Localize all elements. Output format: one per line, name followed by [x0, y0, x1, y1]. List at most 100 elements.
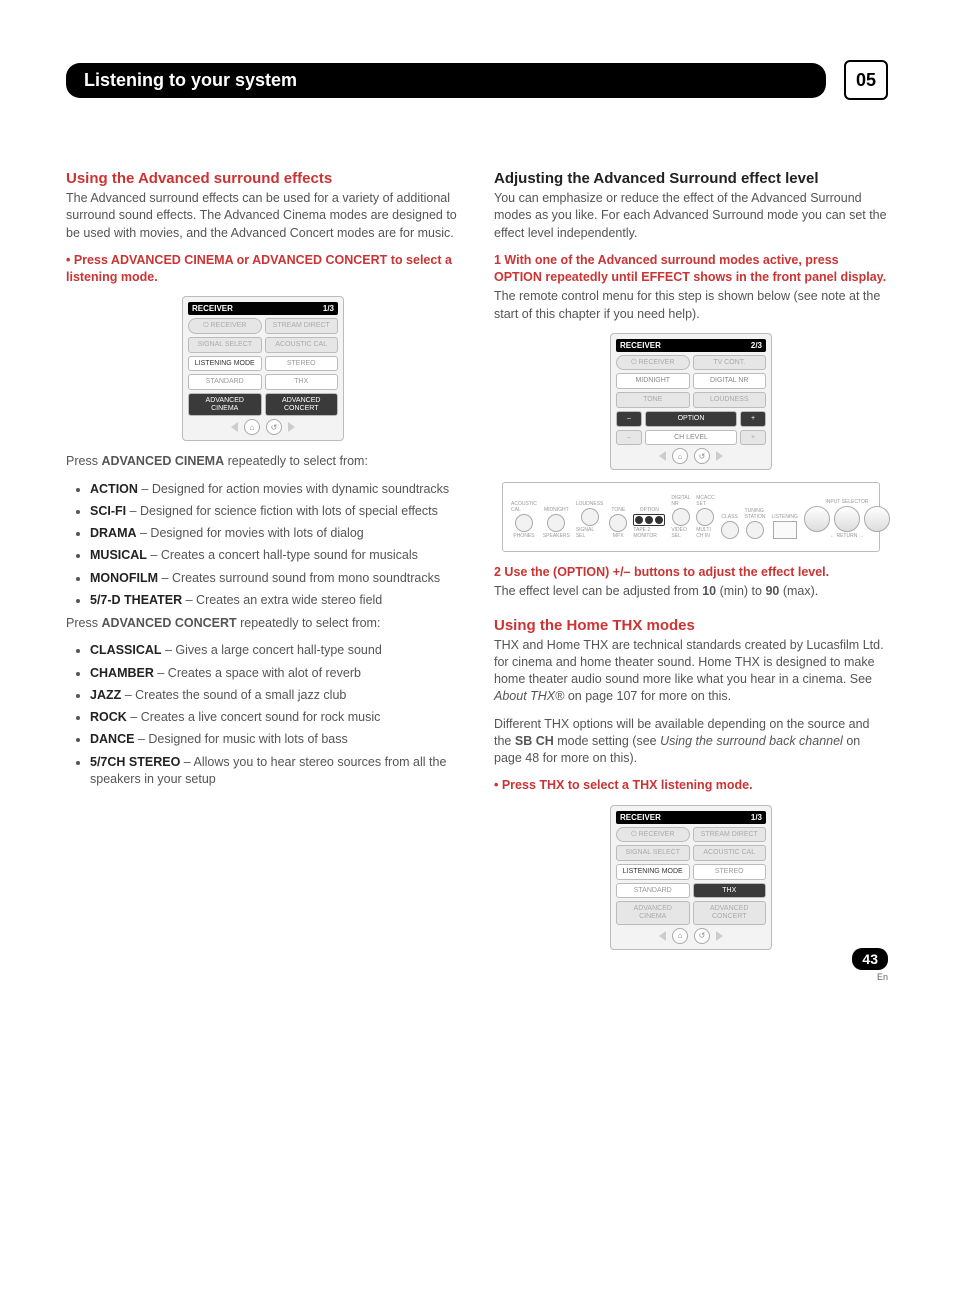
panel-mcacc-btn[interactable] [696, 508, 714, 526]
remote2-prev-icon[interactable] [659, 451, 666, 461]
remote1-signal-select-btn[interactable]: SIGNAL SELECT [188, 337, 262, 353]
remote2-chlevel-btn[interactable]: CH LEVEL [645, 430, 737, 446]
remote2-page: 2/3 [751, 341, 762, 350]
remote3-home-icon[interactable]: ⌂ [672, 928, 688, 944]
remote3-return-icon[interactable]: ↺ [694, 928, 710, 944]
remote2-title: RECEIVER [620, 341, 661, 350]
heading-advanced-surround: Using the Advanced surround effects [66, 170, 460, 187]
remote1-stream-direct-btn[interactable]: STREAM DIRECT [265, 318, 339, 334]
list-item: ACTION – Designed for action movies with… [90, 481, 460, 498]
list-item: 5/7-D THEATER – Creates an extra wide st… [90, 592, 460, 609]
remote1-receiver-btn[interactable]: ⏻ RECEIVER [188, 318, 262, 334]
remote3-stereo-btn[interactable]: STEREO [693, 864, 767, 880]
remote2-option-plus-btn[interactable]: + [740, 411, 766, 427]
panel-acoustic-cal-btn[interactable] [515, 514, 533, 532]
list-concert-modes: CLASSICAL – Gives a large concert hall-t… [78, 642, 460, 788]
list-item: DRAMA – Designed for movies with lots of… [90, 525, 460, 542]
remote3-listening-mode-btn[interactable]: LISTENING MODE [616, 864, 690, 880]
para-remote-menu-note: The remote control menu for this step is… [494, 288, 888, 323]
remote3-thx-btn[interactable]: THX [693, 883, 767, 899]
remote2-return-icon[interactable]: ↺ [694, 448, 710, 464]
remote3-title: RECEIVER [620, 813, 661, 822]
remote3-advanced-concert-btn[interactable]: ADVANCED CONCERT [693, 901, 767, 924]
remote3-standard-btn[interactable]: STANDARD [616, 883, 690, 899]
step-adjust-effect-level: 2 Use the (OPTION) +/– buttons to adjust… [494, 564, 888, 581]
remote1-next-icon[interactable] [288, 422, 295, 432]
para-thx-1: THX and Home THX are technical standards… [494, 637, 888, 706]
heading-adjust-effect: Adjusting the Advanced Surround effect l… [494, 170, 888, 187]
remote1-home-icon[interactable]: ⌂ [244, 419, 260, 435]
list-item: SCI-FI – Designed for science fiction wi… [90, 503, 460, 520]
figure-remote-1: RECEIVER 1/3 ⏻ RECEIVER STREAM DIRECT SI… [66, 296, 460, 441]
remote2-midnight-btn[interactable]: MIDNIGHT [616, 373, 690, 389]
panel-display [773, 521, 797, 539]
heading-home-thx: Using the Home THX modes [494, 617, 888, 634]
list-item: ROCK – Creates a live concert sound for … [90, 709, 460, 726]
remote3-signal-select-btn[interactable]: SIGNAL SELECT [616, 845, 690, 861]
remote1-page: 1/3 [323, 304, 334, 313]
remote3-next-icon[interactable] [716, 931, 723, 941]
remote2-chlevel-minus-btn[interactable]: – [616, 430, 642, 446]
remote3-stream-direct-btn[interactable]: STREAM DIRECT [693, 827, 767, 843]
remote1-title: RECEIVER [192, 304, 233, 313]
para-thx-2: Different THX options will be available … [494, 716, 888, 768]
figure-remote-2: RECEIVER 2/3 ⏻ RECEIVER TV CONT. MIDNIGH… [494, 333, 888, 470]
remote3-acoustic-cal-btn[interactable]: ACOUSTIC CAL [693, 845, 767, 861]
remote2-next-icon[interactable] [716, 451, 723, 461]
header-bar: Listening to your system 05 [66, 60, 888, 100]
remote3-prev-icon[interactable] [659, 931, 666, 941]
remote3-page: 1/3 [751, 813, 762, 822]
para-press-advanced-concert: Press ADVANCED CONCERT repeatedly to sel… [66, 615, 460, 632]
remote2-chlevel-plus-btn[interactable]: + [740, 430, 766, 446]
list-item: CLASSICAL – Gives a large concert hall-t… [90, 642, 460, 659]
page-lang: En [852, 972, 888, 982]
para-effect-range: The effect level can be adjusted from 10… [494, 583, 888, 600]
remote1-advanced-concert-btn[interactable]: ADVANCED CONCERT [265, 393, 339, 416]
figure-front-panel: ACOUSTIC CALPHONES MIDNIGHTSPEAKERS LOUD… [502, 482, 880, 552]
list-item: JAZZ – Creates the sound of a small jazz… [90, 687, 460, 704]
remote2-tone-btn[interactable]: TONE [616, 392, 690, 408]
remote2-digital-nr-btn[interactable]: DIGITAL NR [693, 373, 767, 389]
panel-loudness-btn[interactable] [581, 508, 599, 526]
remote3-receiver-btn[interactable]: ⏻ RECEIVER [616, 827, 690, 843]
remote1-listening-mode-btn[interactable]: LISTENING MODE [188, 356, 262, 372]
remote2-loudness-btn[interactable]: LOUDNESS [693, 392, 767, 408]
step-option-effect: 1 With one of the Advanced surround mode… [494, 252, 888, 287]
panel-multi-jog-knob[interactable] [834, 506, 860, 532]
remote2-home-icon[interactable]: ⌂ [672, 448, 688, 464]
list-item: CHAMBER – Creates a space with alot of r… [90, 665, 460, 682]
step-select-listening-mode: • Press ADVANCED CINEMA or ADVANCED CONC… [66, 252, 460, 287]
panel-setup-knob[interactable] [864, 506, 890, 532]
panel-tone-btn[interactable] [609, 514, 627, 532]
footer: 43 En [852, 948, 888, 982]
list-item: DANCE – Designed for music with lots of … [90, 731, 460, 748]
panel-tuning-btn[interactable] [746, 521, 764, 539]
page-number: 43 [852, 948, 888, 970]
para-adjust-effect: You can emphasize or reduce the effect o… [494, 190, 888, 242]
remote2-option-minus-btn[interactable]: – [616, 411, 642, 427]
chapter-number: 05 [844, 60, 888, 100]
remote1-prev-icon[interactable] [231, 422, 238, 432]
panel-digital-nr-btn[interactable] [672, 508, 690, 526]
panel-class-btn[interactable] [721, 521, 739, 539]
panel-input-selector-knob[interactable] [804, 506, 830, 532]
remote2-option-btn[interactable]: OPTION [645, 411, 737, 427]
section-title: Listening to your system [66, 63, 826, 98]
remote1-stereo-btn[interactable]: STEREO [265, 356, 339, 372]
step-press-thx: • Press THX to select a THX listening mo… [494, 777, 888, 794]
list-item: 5/7CH STEREO – Allows you to hear stereo… [90, 754, 460, 789]
remote2-tv-cont-btn[interactable]: TV CONT. [693, 355, 767, 371]
para-advanced-surround: The Advanced surround effects can be use… [66, 190, 460, 242]
remote1-advanced-cinema-btn[interactable]: ADVANCED CINEMA [188, 393, 262, 416]
remote3-advanced-cinema-btn[interactable]: ADVANCED CINEMA [616, 901, 690, 924]
remote1-acoustic-cal-btn[interactable]: ACOUSTIC CAL [265, 337, 339, 353]
remote1-thx-btn[interactable]: THX [265, 374, 339, 390]
panel-option-group[interactable] [633, 514, 665, 526]
remote1-standard-btn[interactable]: STANDARD [188, 374, 262, 390]
list-item: MUSICAL – Creates a concert hall-type so… [90, 547, 460, 564]
list-item: MONOFILM – Creates surround sound from m… [90, 570, 460, 587]
remote1-return-icon[interactable]: ↺ [266, 419, 282, 435]
figure-remote-3: RECEIVER 1/3 ⏻ RECEIVER STREAM DIRECT SI… [494, 805, 888, 950]
panel-midnight-btn[interactable] [547, 514, 565, 532]
remote2-receiver-btn[interactable]: ⏻ RECEIVER [616, 355, 690, 371]
